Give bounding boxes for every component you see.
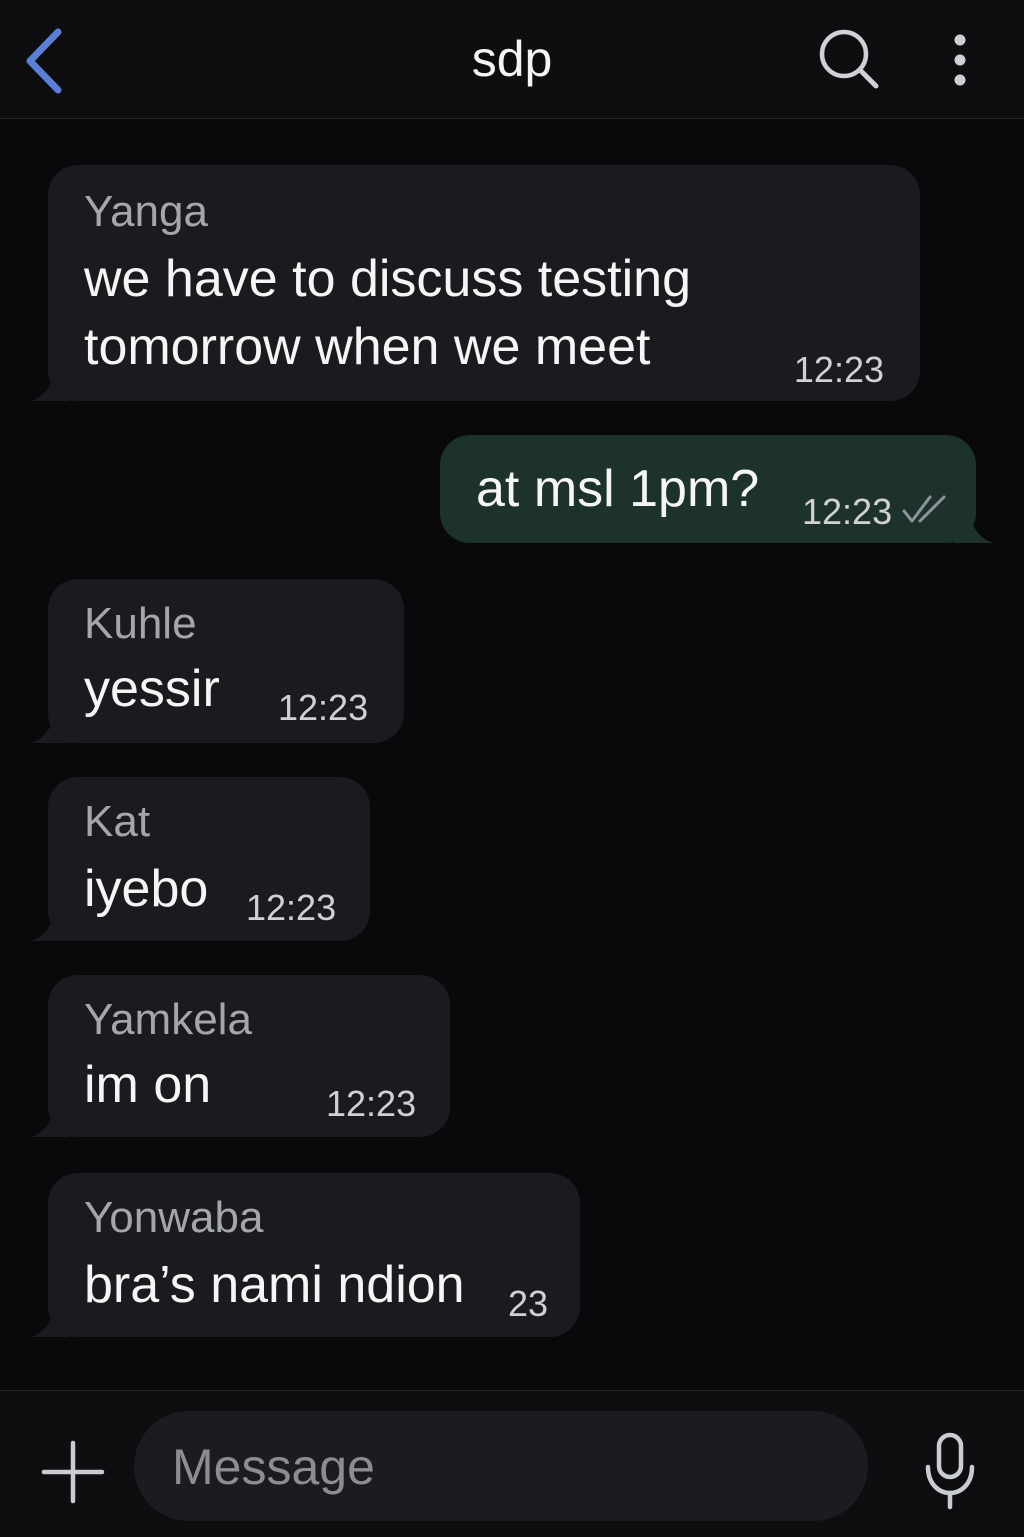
message-text: tomorrow when we meet <box>84 318 651 376</box>
sender-name: Kat <box>84 797 151 846</box>
chat-header: sdp <box>0 0 1024 119</box>
message-time: 12:23 <box>793 349 884 390</box>
message-input-container[interactable] <box>134 1411 868 1521</box>
plus-icon <box>41 1440 105 1504</box>
bubble-tail <box>954 509 994 543</box>
message-text: bra’s nami ndion <box>84 1256 465 1314</box>
message-time: 12:23 <box>246 887 337 928</box>
message-bubble-incoming[interactable]: Kat iyebo 12:23 <box>30 777 370 941</box>
sender-name: Yonwaba <box>84 1193 264 1242</box>
message-bubble-incoming[interactable]: Yamkela im on 12:23 <box>30 975 450 1137</box>
double-check-icon <box>902 495 946 523</box>
message-bubble-incoming[interactable]: Kuhle yessir 12:23 <box>30 579 404 743</box>
message-text: we have to discuss testing <box>84 250 691 308</box>
more-options-button[interactable] <box>940 30 980 90</box>
message-bubble-incoming[interactable]: Yanga we have to discuss testing tomorro… <box>30 165 920 401</box>
message-text: iyebo <box>84 860 209 918</box>
more-vertical-icon <box>954 34 966 86</box>
message-time: 23 <box>508 1283 549 1324</box>
message-text: im on <box>84 1056 212 1114</box>
sender-name: Kuhle <box>84 599 197 648</box>
message-input[interactable] <box>170 1435 834 1499</box>
microphone-icon <box>925 1432 975 1510</box>
message-time: 12:23 <box>802 491 893 532</box>
sender-name: Yamkela <box>84 995 252 1044</box>
message-list[interactable]: Yanga we have to discuss testing tomorro… <box>0 119 1024 1389</box>
bubble-tail <box>30 1103 70 1137</box>
sender-name: Yanga <box>84 187 208 236</box>
bubble-tail <box>30 907 70 941</box>
message-text: yessir <box>84 660 220 718</box>
search-button[interactable] <box>816 26 882 92</box>
message-composer <box>0 1390 1024 1537</box>
bubble-tail <box>30 367 70 401</box>
message-time: 12:23 <box>278 687 369 728</box>
message-time: 12:23 <box>326 1083 417 1124</box>
message-bubble-incoming[interactable]: Yonwaba bra’s nami ndion 23 <box>30 1173 580 1337</box>
search-icon <box>819 29 879 89</box>
message-text: at msl 1pm? <box>476 460 760 518</box>
message-bubble-outgoing[interactable]: at msl 1pm? 12:23 <box>440 435 994 543</box>
voice-message-button[interactable] <box>920 1431 980 1511</box>
bubble-tail <box>30 709 70 743</box>
bubble-tail <box>30 1303 70 1337</box>
attach-button[interactable] <box>40 1439 106 1505</box>
